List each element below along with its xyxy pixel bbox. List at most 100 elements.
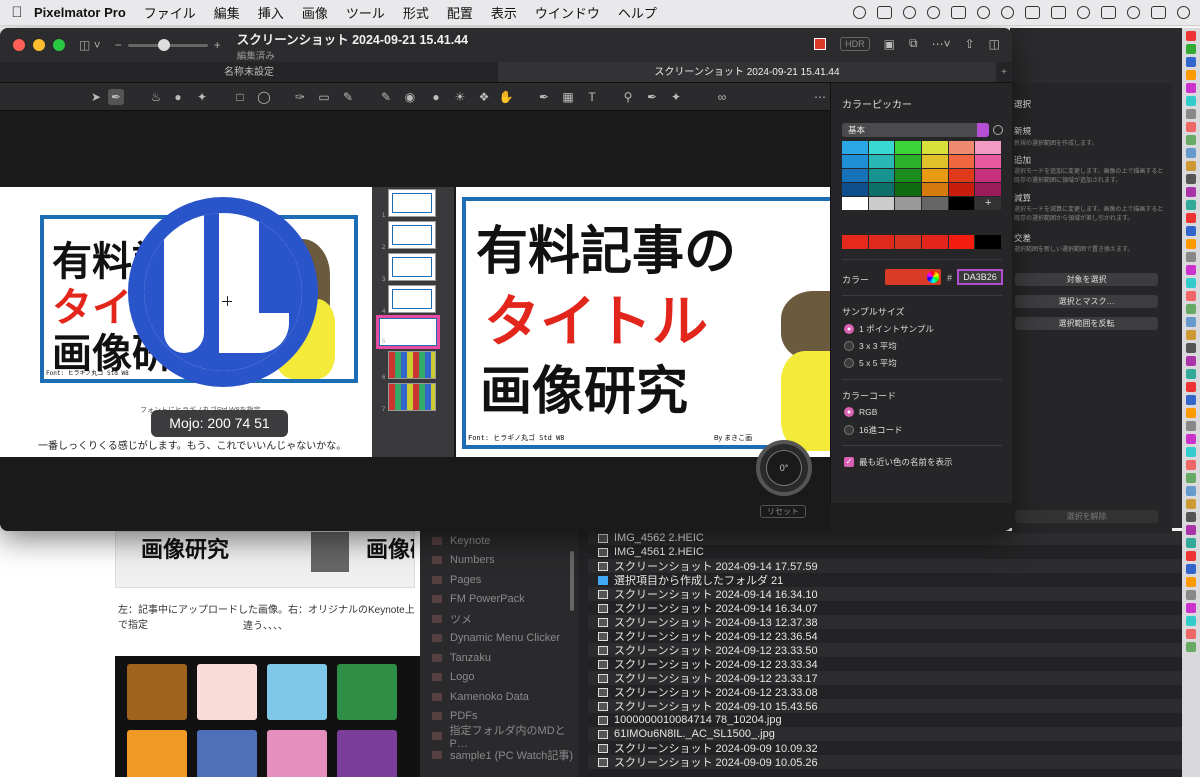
hdr-button[interactable]: HDR [840, 36, 870, 51]
slide-thumbnail[interactable] [388, 189, 436, 217]
palette-select-arrow-icon[interactable] [977, 123, 989, 137]
dock-app-icon[interactable] [1186, 356, 1196, 366]
sel-intersect-heading[interactable]: 交差 [1014, 232, 1031, 244]
file-row[interactable]: IMG_4562 2.HEIC [588, 531, 1190, 545]
file-row[interactable]: スクリーンショット 2024-09-13 12.37.38 [588, 615, 1190, 629]
color-swatch[interactable] [842, 141, 868, 154]
file-row[interactable]: スクリーンショット 2024-09-10 15.43.56 [588, 699, 1190, 713]
finder-sidebar-item[interactable]: Kamenoko Data [420, 687, 578, 707]
color-swatch[interactable] [895, 155, 921, 168]
display-icon[interactable] [951, 6, 966, 19]
menu-file[interactable]: ファイル [144, 3, 196, 22]
menu-help[interactable]: ヘルプ [618, 3, 657, 22]
radio-rgb-dot[interactable] [844, 407, 854, 417]
dock-app-icon[interactable] [1186, 447, 1196, 457]
effects-icon[interactable]: ✦ [194, 89, 210, 105]
color-swatch[interactable] [921, 155, 948, 168]
select-subject-button[interactable]: 対象を選択 [1015, 273, 1158, 286]
finder-sidebar-item[interactable]: sample1 (PC Watch記事) [420, 746, 578, 766]
zoom-slider[interactable] [127, 38, 208, 51]
dock-app-icon[interactable] [1186, 616, 1196, 626]
dock-app-icon[interactable] [1186, 291, 1196, 301]
dock-app-icon[interactable] [1186, 382, 1196, 392]
bluetooth-icon[interactable] [1025, 6, 1040, 19]
menu-window[interactable]: ウインドウ [535, 3, 600, 22]
finder-sidebar-item[interactable]: FM PowerPack [420, 590, 578, 610]
dock-app-icon[interactable] [1186, 473, 1196, 483]
color-swatch[interactable] [868, 197, 895, 210]
status-icon-3[interactable] [903, 6, 916, 19]
dock-app-icon[interactable] [1186, 174, 1196, 184]
more-icon[interactable]: ⋯˅ [932, 37, 951, 51]
canvas-area[interactable]: 有料記事の タイトル 画像研究 Font: ヒラギノ丸ゴ Std W8 フォント… [0, 111, 830, 531]
deselect-button[interactable]: 選択を解除 [1015, 510, 1158, 523]
file-row[interactable]: スクリーンショット 2024-09-09 10.05.26 [588, 755, 1190, 769]
recent-color-swatch[interactable] [868, 235, 895, 249]
sel-sub-heading[interactable]: 減算 [1014, 192, 1031, 204]
dock-app-icon[interactable] [1186, 70, 1196, 80]
dock-app-icon[interactable] [1186, 122, 1196, 132]
dock-app-icon[interactable] [1186, 551, 1196, 561]
sharpen-icon[interactable]: ❖ [476, 89, 492, 105]
rotate-reset-button[interactable]: リセット [760, 505, 806, 518]
hex-input[interactable]: DA3B26 [957, 269, 1003, 285]
status-icon-1[interactable] [853, 6, 866, 19]
type-tool-icon[interactable]: T [584, 89, 600, 105]
color-swatch[interactable] [868, 169, 895, 182]
pencil-icon[interactable]: ✎ [340, 89, 356, 105]
menu-tools[interactable]: ツール [346, 3, 385, 22]
paint-bucket-icon[interactable]: ♨ [148, 89, 164, 105]
dock-app-icon[interactable] [1186, 226, 1196, 236]
color-swatch[interactable] [975, 141, 1001, 154]
apple-menu-icon[interactable]:  [0, 4, 34, 21]
menu-image[interactable]: 画像 [302, 3, 328, 22]
dock-app-icon[interactable] [1186, 460, 1196, 470]
file-row[interactable]: スクリーンショット 2024-09-14 16.34.07 [588, 601, 1190, 615]
color-swatch[interactable] [895, 141, 921, 154]
dock-app-icon[interactable] [1186, 213, 1196, 223]
dock-app-icon[interactable] [1186, 564, 1196, 574]
recent-color-swatch[interactable] [975, 235, 1002, 249]
menu-insert[interactable]: 挿入 [258, 3, 284, 22]
brush-icon[interactable]: ✑ [292, 89, 308, 105]
finder-sidebar-item[interactable]: Logo [420, 668, 578, 688]
color-swatch[interactable] [948, 183, 975, 196]
dock-app-icon[interactable] [1186, 96, 1196, 106]
dock-app-icon[interactable] [1186, 135, 1196, 145]
dock-app-icon[interactable] [1186, 577, 1196, 587]
slide-thumbnail[interactable] [388, 253, 436, 281]
crop-icon[interactable]: ⧉ [909, 36, 918, 51]
slide-thumbnail[interactable] [388, 221, 436, 249]
color-swatch[interactable] [975, 155, 1001, 168]
menu-format[interactable]: 形式 [403, 3, 429, 22]
finder-scrollbar[interactable] [570, 551, 574, 611]
color-swatch[interactable] [868, 141, 895, 154]
rotate-dial[interactable]: 0° [756, 440, 812, 496]
dock-app-icon[interactable] [1186, 486, 1196, 496]
share-icon[interactable]: ⇧ [965, 37, 975, 51]
color-swatch[interactable] [895, 169, 921, 182]
inspector-toggle-icon[interactable]: ◫ [989, 37, 1000, 51]
menu-edit[interactable]: 編集 [214, 3, 240, 22]
finder-sidebar-item[interactable]: ツメ [420, 609, 578, 629]
control-center-icon[interactable] [1151, 6, 1166, 19]
dock-app-icon[interactable] [1186, 499, 1196, 509]
radio-3x3[interactable]: 3 x 3 平均 [844, 340, 897, 352]
new-tab-icon[interactable]: + [996, 62, 1012, 82]
radio-3x3-dot[interactable] [844, 341, 854, 351]
dock-app-icon[interactable] [1186, 421, 1196, 431]
zoom-in-icon[interactable]: + [214, 38, 221, 52]
radio-5x5[interactable]: 5 x 5 平均 [844, 357, 897, 369]
color-swatch[interactable] [895, 197, 921, 210]
dock-app-icon[interactable] [1186, 343, 1196, 353]
recent-color-swatch[interactable] [895, 235, 922, 249]
radio-1pt-dot[interactable] [844, 324, 854, 334]
blur-icon[interactable]: ● [428, 89, 444, 105]
dock-app-icon[interactable] [1186, 187, 1196, 197]
rect-select-icon[interactable]: □ [232, 89, 248, 105]
add-swatch-button[interactable]: + [975, 197, 1001, 210]
color-wheel-icon[interactable] [927, 271, 939, 283]
color-swatch[interactable] [921, 183, 948, 196]
color-swatch[interactable] [975, 183, 1001, 196]
dock-app-icon[interactable] [1186, 369, 1196, 379]
